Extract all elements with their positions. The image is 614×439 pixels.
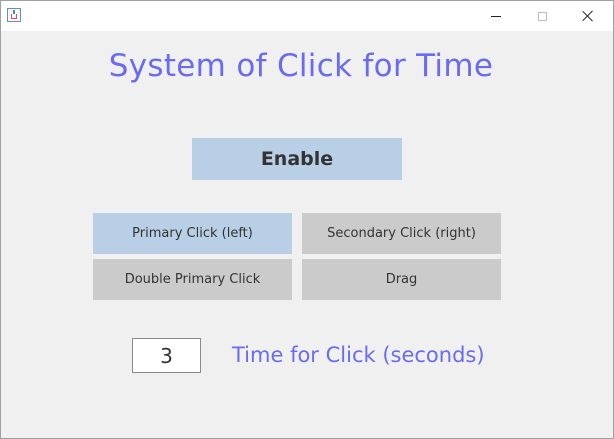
java-cup-icon (7, 8, 21, 22)
primary-click-button[interactable]: Primary Click (left) (93, 213, 292, 254)
close-icon (582, 10, 594, 22)
time-label: Time for Click (seconds) (232, 343, 485, 367)
maximize-button[interactable] (519, 1, 565, 31)
maximize-icon (537, 11, 547, 21)
double-primary-click-button[interactable]: Double Primary Click (93, 259, 292, 300)
enable-button[interactable]: Enable (192, 138, 402, 180)
title-bar[interactable] (1, 1, 613, 31)
minimize-button[interactable] (473, 1, 519, 31)
drag-button[interactable]: Drag (302, 259, 501, 300)
time-seconds-field[interactable] (132, 338, 201, 373)
page-title: System of Click for Time (108, 48, 494, 84)
secondary-click-button[interactable]: Secondary Click (right) (302, 213, 501, 254)
close-button[interactable] (565, 1, 611, 31)
minimize-icon (491, 15, 501, 17)
